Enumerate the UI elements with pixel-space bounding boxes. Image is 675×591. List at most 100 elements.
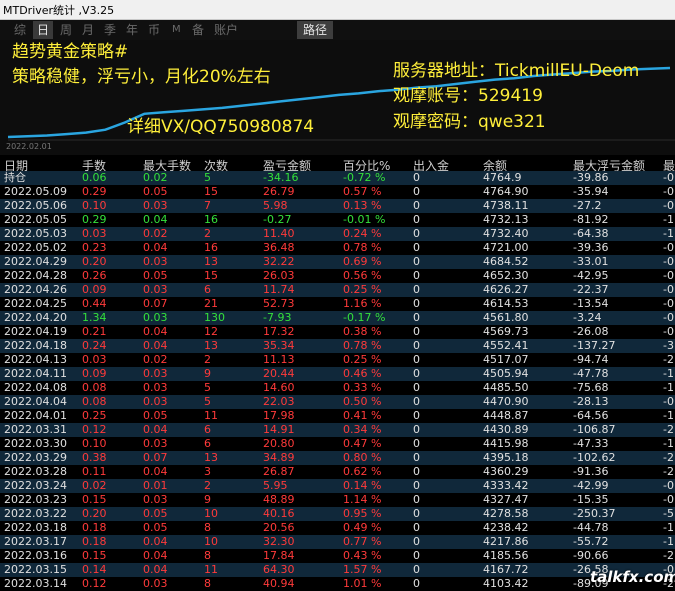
cell-date: 2022.03.28 bbox=[4, 465, 67, 478]
cell-lots: 0.12 bbox=[82, 577, 107, 590]
table-row[interactable]: 2022.04.19 0.21 0.04 12 17.32 0.38 % 0 4569.73 -… bbox=[0, 325, 675, 339]
table-row[interactable]: 2022.03.17 0.18 0.04 10 32.30 0.77 % 0 4217.86 -… bbox=[0, 535, 675, 549]
cell-pct: 0.43 % bbox=[343, 549, 382, 562]
cell-io: 0 bbox=[413, 227, 420, 240]
cell-pnl: 40.16 bbox=[263, 507, 295, 520]
table-row[interactable]: 2022.05.06 0.10 0.03 7 5.98 0.13 % 0 4738.11 -27… bbox=[0, 199, 675, 213]
table-row[interactable]: 2022.04.01 0.25 0.05 11 17.98 0.41 % 0 4448.87 -… bbox=[0, 409, 675, 423]
cell-pnl: 17.32 bbox=[263, 325, 295, 338]
cell-max-lots: 0.03 bbox=[143, 381, 168, 394]
cell-io: 0 bbox=[413, 283, 420, 296]
cell-balance: 4278.58 bbox=[483, 507, 529, 520]
table-row[interactable]: 2022.03.18 0.18 0.05 8 20.56 0.49 % 0 4238.42 -4… bbox=[0, 521, 675, 535]
cell-balance: 4415.98 bbox=[483, 437, 529, 450]
table-row[interactable]: 2022.04.04 0.08 0.03 5 22.03 0.50 % 0 4470.90 -2… bbox=[0, 395, 675, 409]
cell-count: 15 bbox=[204, 185, 218, 198]
cell-pct: -0.17 % bbox=[343, 311, 386, 324]
table-row[interactable]: 持仓 0.06 0.02 5 -34.16 -0.72 % 0 4764.9 -39.86 -0 bbox=[0, 171, 675, 185]
cell-balance: 4626.27 bbox=[483, 283, 529, 296]
route-button[interactable]: 路径 bbox=[297, 21, 334, 39]
table-row[interactable]: 2022.05.03 0.03 0.02 2 11.40 0.24 % 0 4732.40 -6… bbox=[0, 227, 675, 241]
cell-max-drawdown: -47.78 bbox=[573, 367, 609, 380]
tab-summary[interactable]: 综 bbox=[14, 21, 26, 39]
cell-io: 0 bbox=[413, 297, 420, 310]
tab-week[interactable]: 周 bbox=[60, 21, 72, 39]
tab-day[interactable]: 日 bbox=[33, 21, 54, 39]
cell-count: 12 bbox=[204, 325, 218, 338]
cell-pnl: 14.60 bbox=[263, 381, 295, 394]
table-row[interactable]: 2022.04.20 1.34 0.03 130 -7.93 -0.17 % 0 4561.8… bbox=[0, 311, 675, 325]
cell-max-lots: 0.05 bbox=[143, 185, 168, 198]
tab-year[interactable]: 年 bbox=[126, 21, 138, 39]
cell-count: 8 bbox=[204, 577, 211, 590]
cell-lots: 0.03 bbox=[82, 353, 107, 366]
cell-max-lots: 0.04 bbox=[143, 241, 168, 254]
table-row[interactable]: 2022.04.25 0.44 0.07 21 52.73 1.16 % 0 4614.53 -… bbox=[0, 297, 675, 311]
cell-date: 2022.04.01 bbox=[4, 409, 67, 422]
cell-io: 0 bbox=[413, 479, 420, 492]
cell-pct: 0.78 % bbox=[343, 339, 382, 352]
chart-start-date: 2022.02.01 bbox=[6, 142, 52, 151]
table-row[interactable]: 2022.03.23 0.15 0.03 9 48.89 1.14 % 0 4327.47 -1… bbox=[0, 493, 675, 507]
cell-truncated: -1 bbox=[663, 409, 674, 422]
tab-quarter[interactable]: 季 bbox=[104, 21, 116, 39]
table-row[interactable]: 2022.04.29 0.20 0.03 13 32.22 0.69 % 0 4684.52 -… bbox=[0, 255, 675, 269]
cell-date: 2022.03.30 bbox=[4, 437, 67, 450]
cell-pnl: 22.03 bbox=[263, 395, 295, 408]
cell-balance: 4652.30 bbox=[483, 269, 529, 282]
table-row[interactable]: 2022.04.18 0.24 0.04 13 35.34 0.78 % 0 4552.41 -… bbox=[0, 339, 675, 353]
table-row[interactable]: 2022.03.15 0.14 0.04 11 64.30 1.57 % 0 4167.72-… bbox=[0, 563, 675, 577]
cell-balance: 4333.42 bbox=[483, 479, 529, 492]
cell-pct: 0.25 % bbox=[343, 353, 382, 366]
cell-lots: 0.10 bbox=[82, 199, 107, 212]
cell-lots: 0.06 bbox=[82, 171, 107, 184]
cell-pnl: 32.22 bbox=[263, 255, 295, 268]
table-row[interactable]: 2022.04.11 0.09 0.03 9 20.44 0.46 % 0 4505.94 -4… bbox=[0, 367, 675, 381]
cell-max-lots: 0.03 bbox=[143, 311, 168, 324]
table-row[interactable]: 2022.03.14 0.12 0.03 8 40.94 1.01 % 0 4103.42 -8… bbox=[0, 577, 675, 591]
table-row[interactable]: 2022.04.26 0.09 0.03 6 11.74 0.25 % 0 4626.27 -2… bbox=[0, 283, 675, 297]
cell-truncated: -1 bbox=[663, 535, 674, 548]
cell-truncated: -2 bbox=[663, 423, 674, 436]
cell-balance: 4485.50 bbox=[483, 381, 529, 394]
table-row[interactable]: 2022.03.28 0.11 0.04 3 26.87 0.62 % 0 4360.29 -9… bbox=[0, 465, 675, 479]
cell-truncated: -0 bbox=[663, 283, 674, 296]
cell-balance: 4764.90 bbox=[483, 185, 529, 198]
table-row[interactable]: 2022.03.30 0.10 0.03 6 20.80 0.47 % 0 4415.98 -4… bbox=[0, 437, 675, 451]
tab-month[interactable]: 月 bbox=[82, 21, 94, 39]
cell-truncated: -2 bbox=[663, 451, 674, 464]
cell-balance: 4327.47 bbox=[483, 493, 529, 506]
tab-magic[interactable]: M bbox=[172, 21, 181, 39]
cell-max-drawdown: -81.92 bbox=[573, 213, 609, 226]
cell-lots: 0.14 bbox=[82, 563, 107, 576]
cell-count: 6 bbox=[204, 283, 211, 296]
table-row[interactable]: 2022.04.28 0.26 0.05 15 26.03 0.56 % 0 4652.30 -… bbox=[0, 269, 675, 283]
cell-lots: 0.08 bbox=[82, 395, 107, 408]
cell-pct: 0.46 % bbox=[343, 367, 382, 380]
table-row[interactable]: 2022.03.16 0.15 0.04 8 17.84 0.43 % 0 4185.56 -9… bbox=[0, 549, 675, 563]
table-row[interactable]: 2022.03.24 0.02 0.01 2 5.95 0.14 % 0 4333.42 -42… bbox=[0, 479, 675, 493]
tab-account[interactable]: 账户 bbox=[214, 21, 238, 39]
tab-note[interactable]: 备 bbox=[192, 21, 204, 39]
table-row[interactable]: 2022.03.31 0.12 0.04 6 14.91 0.34 % 0 4430.89 -1… bbox=[0, 423, 675, 437]
window-title: MTDriver统计 ,V3.25 bbox=[3, 4, 115, 17]
cell-pnl: 26.79 bbox=[263, 185, 295, 198]
cell-truncated: -0 bbox=[663, 325, 674, 338]
cell-truncated: -0 bbox=[663, 269, 674, 282]
table-row[interactable]: 2022.04.13 0.03 0.02 2 11.13 0.25 % 0 4517.07 -9… bbox=[0, 353, 675, 367]
table-row[interactable]: 2022.05.09 0.29 0.05 15 26.79 0.57 % 0 4764.90 -… bbox=[0, 185, 675, 199]
table-row[interactable]: 2022.03.29 0.38 0.07 13 34.89 0.80 % 0 4395.18 -… bbox=[0, 451, 675, 465]
cell-count: 5 bbox=[204, 381, 211, 394]
cell-date: 2022.04.08 bbox=[4, 381, 67, 394]
table-row[interactable]: 2022.04.08 0.08 0.03 5 14.60 0.33 % 0 4485.50 -7… bbox=[0, 381, 675, 395]
cell-balance: 4238.42 bbox=[483, 521, 529, 534]
tab-symbol[interactable]: 币 bbox=[148, 21, 160, 39]
cell-count: 16 bbox=[204, 213, 218, 226]
cell-lots: 0.21 bbox=[82, 325, 107, 338]
cell-count: 11 bbox=[204, 563, 218, 576]
table-row[interactable]: 2022.03.22 0.20 0.05 10 40.16 0.95 % 0 4278.58 -… bbox=[0, 507, 675, 521]
table-row[interactable]: 2022.05.05 0.29 0.04 16 -0.27 -0.01 % 0 4732.13… bbox=[0, 213, 675, 227]
table-row[interactable]: 2022.05.02 0.23 0.04 16 36.48 0.78 % 0 4721.00 -… bbox=[0, 241, 675, 255]
cell-balance: 4395.18 bbox=[483, 451, 529, 464]
cell-io: 0 bbox=[413, 353, 420, 366]
